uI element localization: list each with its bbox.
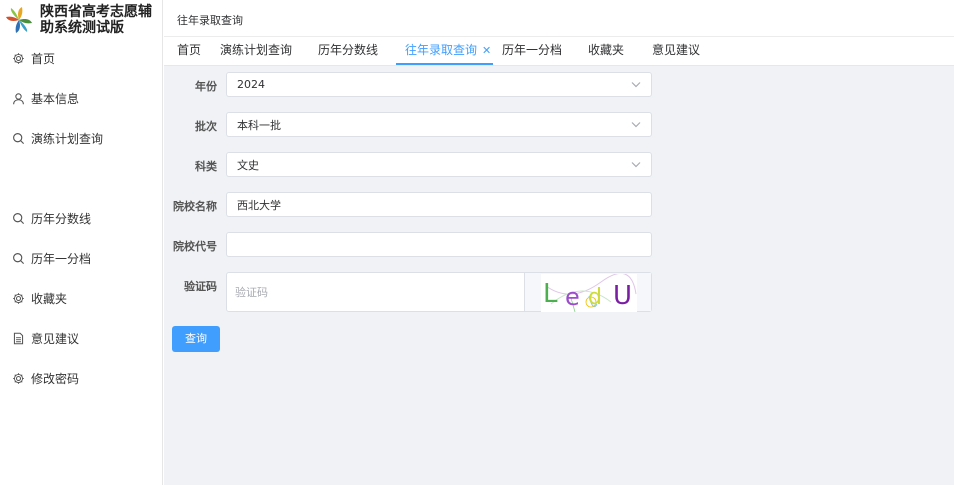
header: 往年录取查询 xyxy=(164,0,954,37)
sidebar-item-label: 演练计划查询 xyxy=(31,131,104,146)
sidebar-item-plan-query[interactable]: 演练计划查询 xyxy=(0,118,163,158)
sidebar: 陕西省高考志愿辅 助系统测试版 首页 基本信息 演练计划查询 历年分数线 历年一… xyxy=(0,0,163,485)
year-label: 年份 xyxy=(195,80,217,93)
captcha-placeholder: 验证码 xyxy=(235,286,268,299)
tab-favorites[interactable]: 收藏夹 xyxy=(588,37,624,65)
tab-bar: 首页 演练计划查询 历年分数线 往年录取查询 ✕ 历年一分档 收藏夹 意见建议 xyxy=(164,37,954,66)
sidebar-item-label: 首页 xyxy=(31,51,56,66)
app-title-line1: 陕西省高考志愿辅 xyxy=(40,4,152,20)
tab-score-rank[interactable]: 历年一分档 xyxy=(502,37,562,65)
captcha-group: 验证码 L e d U xyxy=(226,272,652,312)
sidebar-item-home[interactable]: 首页 xyxy=(0,38,163,78)
sidebar-item-label: 意见建议 xyxy=(31,331,80,346)
batch-select[interactable]: 本科一批 xyxy=(226,112,652,137)
school-code-input[interactable] xyxy=(226,232,652,257)
subject-label: 科类 xyxy=(195,160,217,173)
logo: 陕西省高考志愿辅 助系统测试版 xyxy=(0,0,163,40)
sidebar-item-label: 基本信息 xyxy=(31,91,80,106)
gear-icon xyxy=(13,52,24,64)
breadcrumb: 往年录取查询 xyxy=(177,14,243,27)
captcha-char-3: d xyxy=(588,285,602,310)
search-icon xyxy=(13,132,25,144)
chevron-down-icon xyxy=(631,162,641,168)
sidebar-item-label: 历年分数线 xyxy=(31,211,92,226)
sidebar-item-score-rank[interactable]: 历年一分档 xyxy=(0,238,163,278)
sidebar-item-label: 历年一分档 xyxy=(31,251,92,266)
close-icon[interactable]: ✕ xyxy=(482,37,491,64)
captcha-char-4: U xyxy=(613,281,632,311)
main-content: 年份 2024 批次 本科一批 科类 文史 院校名称 西北大学 院校代号 验证码… xyxy=(164,66,954,485)
document-icon xyxy=(13,332,24,344)
batch-label: 批次 xyxy=(195,120,217,133)
chevron-down-icon xyxy=(631,122,641,128)
tab-plan-query[interactable]: 演练计划查询 xyxy=(220,37,292,65)
sidebar-item-label: 收藏夹 xyxy=(31,291,68,306)
captcha-label: 验证码 xyxy=(184,280,217,293)
app-title: 陕西省高考志愿辅 助系统测试版 xyxy=(40,4,162,36)
search-icon xyxy=(13,252,25,264)
gear-icon xyxy=(13,372,24,384)
user-icon xyxy=(13,92,24,104)
gear-icon xyxy=(13,292,24,304)
tab-score-lines[interactable]: 历年分数线 xyxy=(318,37,378,65)
sidebar-item-change-password[interactable]: 修改密码 xyxy=(0,358,163,398)
subject-select[interactable]: 文史 xyxy=(226,152,652,177)
tab-home[interactable]: 首页 xyxy=(177,37,201,65)
search-icon xyxy=(13,212,25,224)
batch-value: 本科一批 xyxy=(237,118,281,132)
school-name-value: 西北大学 xyxy=(237,198,281,212)
school-name-label: 院校名称 xyxy=(173,200,217,213)
subject-value: 文史 xyxy=(237,158,259,172)
captcha-image[interactable]: L e d U xyxy=(541,274,637,312)
year-value: 2024 xyxy=(237,78,265,91)
sidebar-item-feedback[interactable]: 意见建议 xyxy=(0,318,163,358)
sidebar-item-basic-info[interactable]: 基本信息 xyxy=(0,78,163,118)
logo-icon xyxy=(6,7,32,33)
sidebar-item-label: 修改密码 xyxy=(31,371,80,386)
query-button[interactable]: 查询 xyxy=(172,326,220,352)
year-select[interactable]: 2024 xyxy=(226,72,652,97)
captcha-append: L e d U xyxy=(524,273,651,312)
tab-label: 往年录取查询 xyxy=(405,43,478,57)
sidebar-item-score-lines[interactable]: 历年分数线 xyxy=(0,198,163,238)
chevron-down-icon xyxy=(631,82,641,88)
school-code-label: 院校代号 xyxy=(173,240,217,253)
tab-feedback[interactable]: 意见建议 xyxy=(652,37,700,65)
captcha-char-1: L xyxy=(543,279,558,309)
captcha-char-2: e xyxy=(565,283,580,311)
school-name-input[interactable]: 西北大学 xyxy=(226,192,652,217)
app-title-line2: 助系统测试版 xyxy=(40,20,124,36)
tab-admission-query[interactable]: 往年录取查询 ✕ xyxy=(396,37,493,65)
sidebar-item-favorites[interactable]: 收藏夹 xyxy=(0,278,163,318)
captcha-input[interactable]: 验证码 xyxy=(227,273,524,311)
